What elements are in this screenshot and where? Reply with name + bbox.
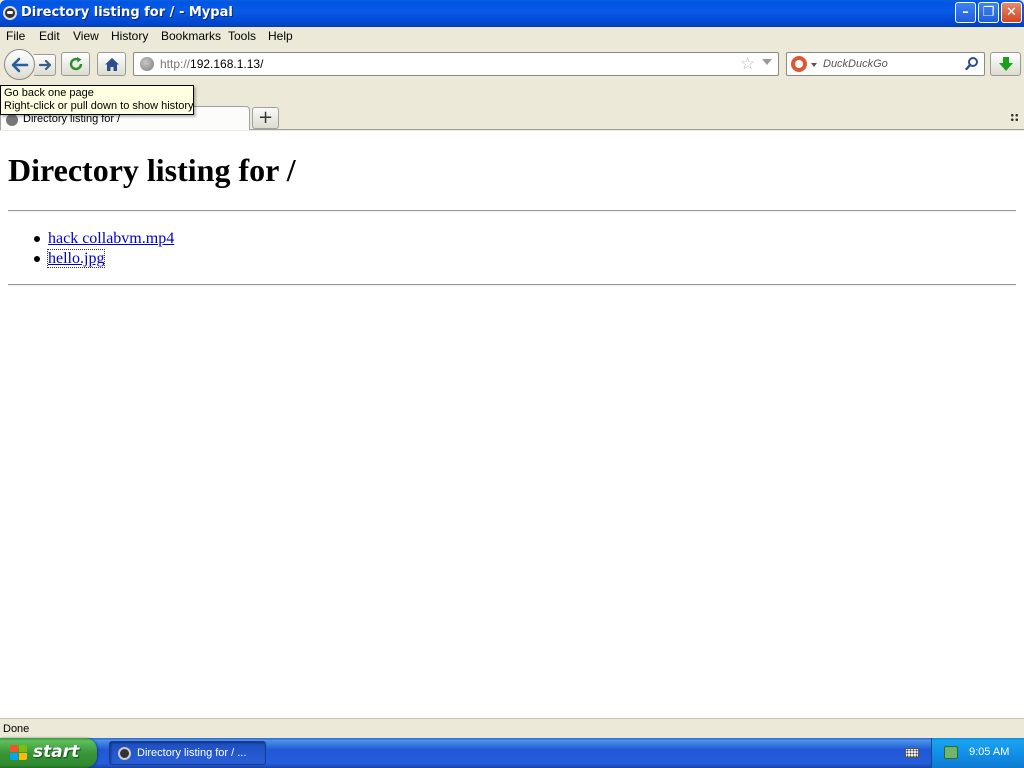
windows-logo-icon bbox=[10, 745, 28, 761]
menu-tools[interactable]: Tools bbox=[228, 29, 256, 43]
navigation-toolbar: http://192.168.1.13/ ☆ DuckDuckGo bbox=[0, 46, 1024, 84]
tooltip-line-2: Right-click or pull down to show history bbox=[4, 100, 194, 112]
menu-history[interactable]: History bbox=[111, 29, 148, 43]
home-icon bbox=[105, 58, 119, 71]
tooltip-line-1: Go back one page bbox=[4, 87, 94, 99]
reload-icon bbox=[69, 57, 83, 71]
all-tabs-grid-icon[interactable] bbox=[1010, 113, 1019, 122]
url-input[interactable]: http://192.168.1.13/ bbox=[160, 57, 263, 71]
back-arrow-icon bbox=[11, 57, 29, 73]
browser-window: Directory listing for / - Mypal – ❐ ✕ Fi… bbox=[0, 0, 1024, 738]
keyboard-language-icon[interactable] bbox=[905, 748, 919, 758]
menu-bar: File Edit View History Bookmarks Tools H… bbox=[0, 27, 1024, 46]
search-icon[interactable] bbox=[965, 56, 979, 72]
list-item: hello.jpg bbox=[33, 249, 174, 269]
downloads-button[interactable] bbox=[990, 52, 1021, 76]
taskbar-item-mypal[interactable]: Directory listing for / ... bbox=[109, 741, 266, 765]
back-button[interactable] bbox=[4, 49, 35, 80]
divider-bottom bbox=[8, 284, 1016, 286]
file-list: hack collabvm.mp4 hello.jpg bbox=[33, 229, 174, 269]
network-icon[interactable] bbox=[944, 746, 958, 759]
home-button[interactable] bbox=[97, 52, 126, 76]
system-tray: 9:05 AM bbox=[931, 738, 1024, 768]
menu-help[interactable]: Help bbox=[268, 29, 293, 43]
duckduckgo-engine-icon[interactable] bbox=[791, 56, 807, 72]
divider-top bbox=[8, 210, 1016, 212]
mypal-task-icon bbox=[118, 747, 131, 760]
new-tab-button[interactable]: + bbox=[252, 107, 279, 129]
status-text: Done bbox=[3, 723, 30, 735]
restore-button[interactable]: ❐ bbox=[978, 2, 999, 23]
minimize-button[interactable]: – bbox=[955, 2, 976, 23]
url-scheme: http:// bbox=[160, 57, 191, 71]
reload-button[interactable] bbox=[61, 52, 90, 76]
window-title: Directory listing for / - Mypal bbox=[21, 5, 233, 20]
clock[interactable]: 9:05 AM bbox=[969, 746, 1009, 758]
menu-file[interactable]: File bbox=[6, 29, 25, 43]
tab-favicon-icon bbox=[6, 114, 18, 126]
url-host: 192.168.1.13/ bbox=[190, 57, 264, 71]
bookmark-star-icon[interactable]: ☆ bbox=[740, 54, 755, 74]
url-history-dropdown-icon[interactable] bbox=[762, 59, 772, 65]
list-item: hack collabvm.mp4 bbox=[33, 229, 174, 249]
file-link-hack-collabvm[interactable]: hack collabvm.mp4 bbox=[48, 230, 174, 247]
close-button[interactable]: ✕ bbox=[1001, 2, 1022, 23]
address-bar[interactable]: http://192.168.1.13/ ☆ bbox=[133, 52, 779, 76]
start-label: start bbox=[33, 742, 80, 762]
menu-view[interactable]: View bbox=[73, 29, 99, 43]
search-engine-dropdown-icon[interactable] bbox=[811, 63, 817, 67]
download-arrow-icon bbox=[999, 57, 1013, 71]
forward-button[interactable] bbox=[34, 54, 56, 76]
page-content: Directory listing for / hack collabvm.mp… bbox=[0, 131, 1024, 718]
taskbar: start Directory listing for / ... 9:05 A… bbox=[0, 738, 1024, 768]
status-bar: Done bbox=[0, 718, 1024, 738]
mypal-app-icon[interactable] bbox=[3, 6, 17, 20]
search-input[interactable]: DuckDuckGo bbox=[823, 58, 888, 70]
forward-arrow-icon bbox=[39, 59, 52, 71]
search-bar[interactable]: DuckDuckGo bbox=[786, 52, 985, 76]
title-bar[interactable]: Directory listing for / - Mypal – ❐ ✕ bbox=[0, 0, 1024, 27]
site-identity-globe-icon[interactable] bbox=[140, 57, 154, 71]
start-button[interactable]: start bbox=[0, 738, 97, 768]
taskbar-item-label: Directory listing for / ... bbox=[137, 747, 247, 759]
page-heading: Directory listing for / bbox=[8, 152, 296, 188]
menu-bookmarks[interactable]: Bookmarks bbox=[161, 29, 221, 43]
menu-edit[interactable]: Edit bbox=[39, 29, 60, 43]
file-link-hello-jpg[interactable]: hello.jpg bbox=[46, 249, 106, 268]
back-button-tooltip: Go back one page Right-click or pull dow… bbox=[0, 85, 194, 115]
